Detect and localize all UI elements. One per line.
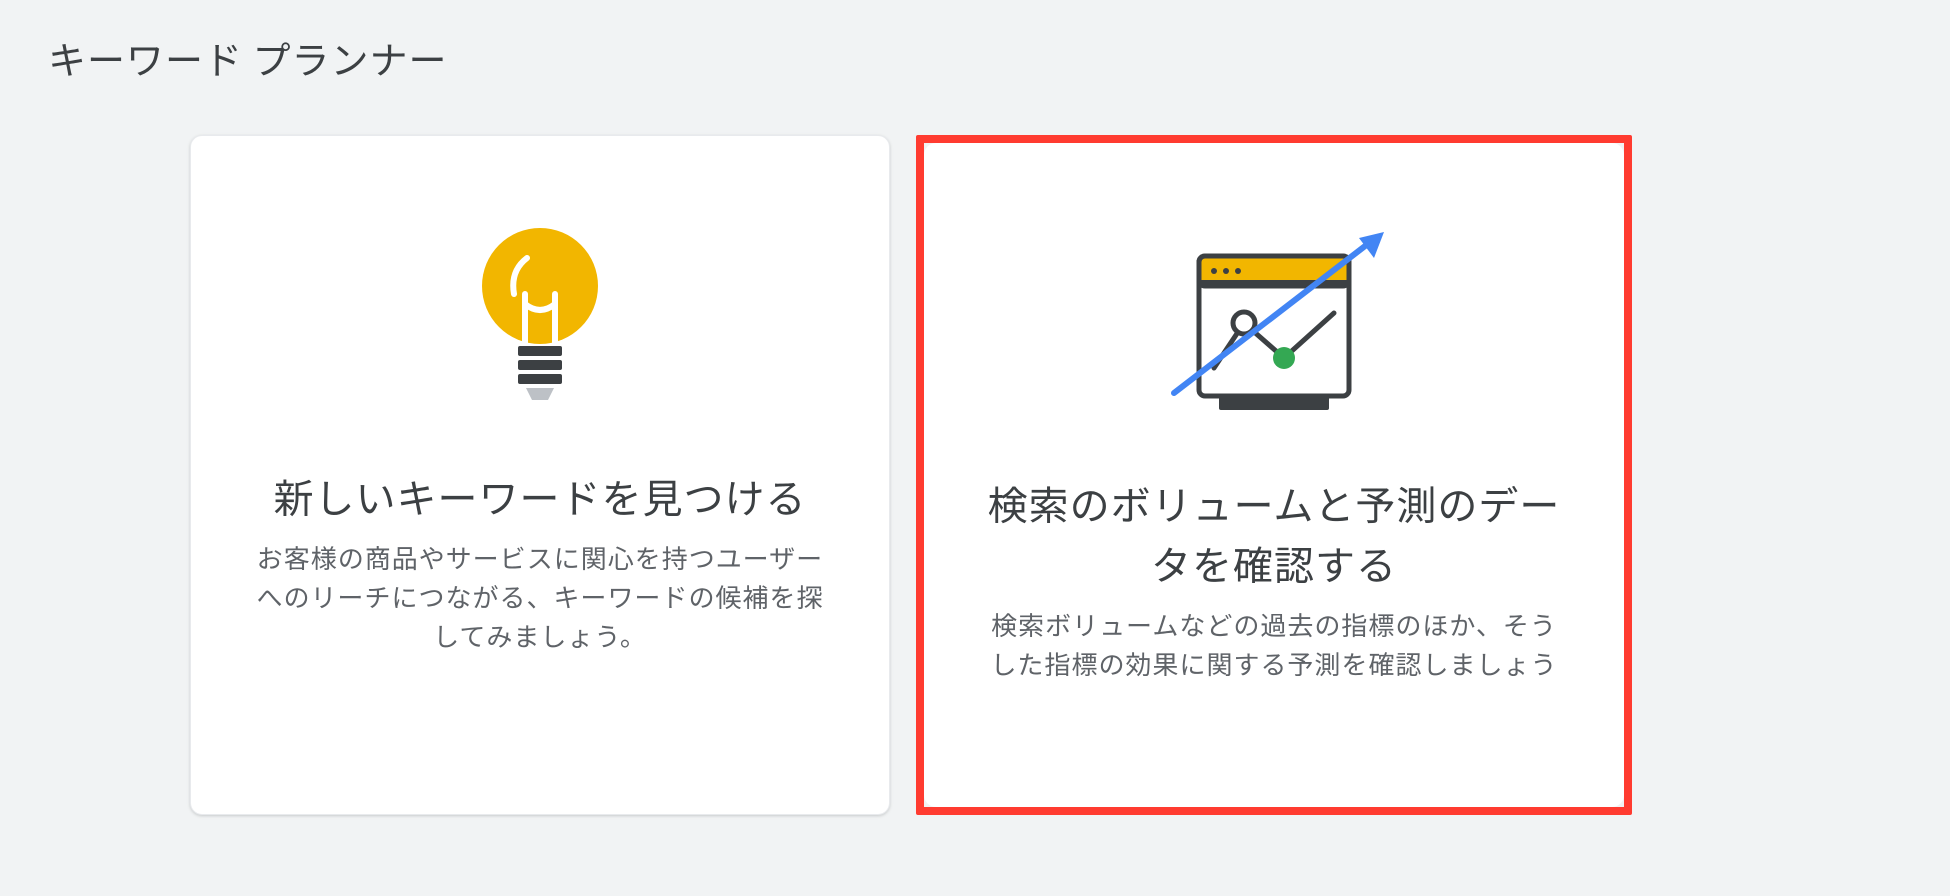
discover-card-title: 新しいキーワードを見つける	[264, 466, 817, 526]
forecast-card-title: 検索のボリュームと予測のデータを確認する	[964, 473, 1584, 593]
chart-trend-icon	[1144, 193, 1404, 453]
discover-keywords-card[interactable]: 新しいキーワードを見つける お客様の商品やサービスに関心を持つユーザーへのリーチ…	[190, 135, 890, 815]
cards-container: 新しいキーワードを見つける お客様の商品やサービスに関心を持つユーザーへのリーチ…	[0, 105, 1950, 815]
forecast-volume-card[interactable]: 検索のボリュームと予測のデータを確認する 検索ボリュームなどの過去の指標のほか、…	[924, 143, 1624, 807]
discover-card-description: お客様の商品やサービスに関心を持つユーザーへのリーチにつながる、キーワードの候補…	[231, 538, 849, 655]
lightbulb-icon	[470, 186, 610, 446]
page-title: キーワード プランナー	[0, 0, 1950, 105]
highlighted-card-border: 検索のボリュームと予測のデータを確認する 検索ボリュームなどの過去の指標のほか、…	[916, 135, 1632, 815]
forecast-card-description: 検索ボリュームなどの過去の指標のほか、そうした指標の効果に関する予測を確認しまし…	[964, 605, 1584, 683]
